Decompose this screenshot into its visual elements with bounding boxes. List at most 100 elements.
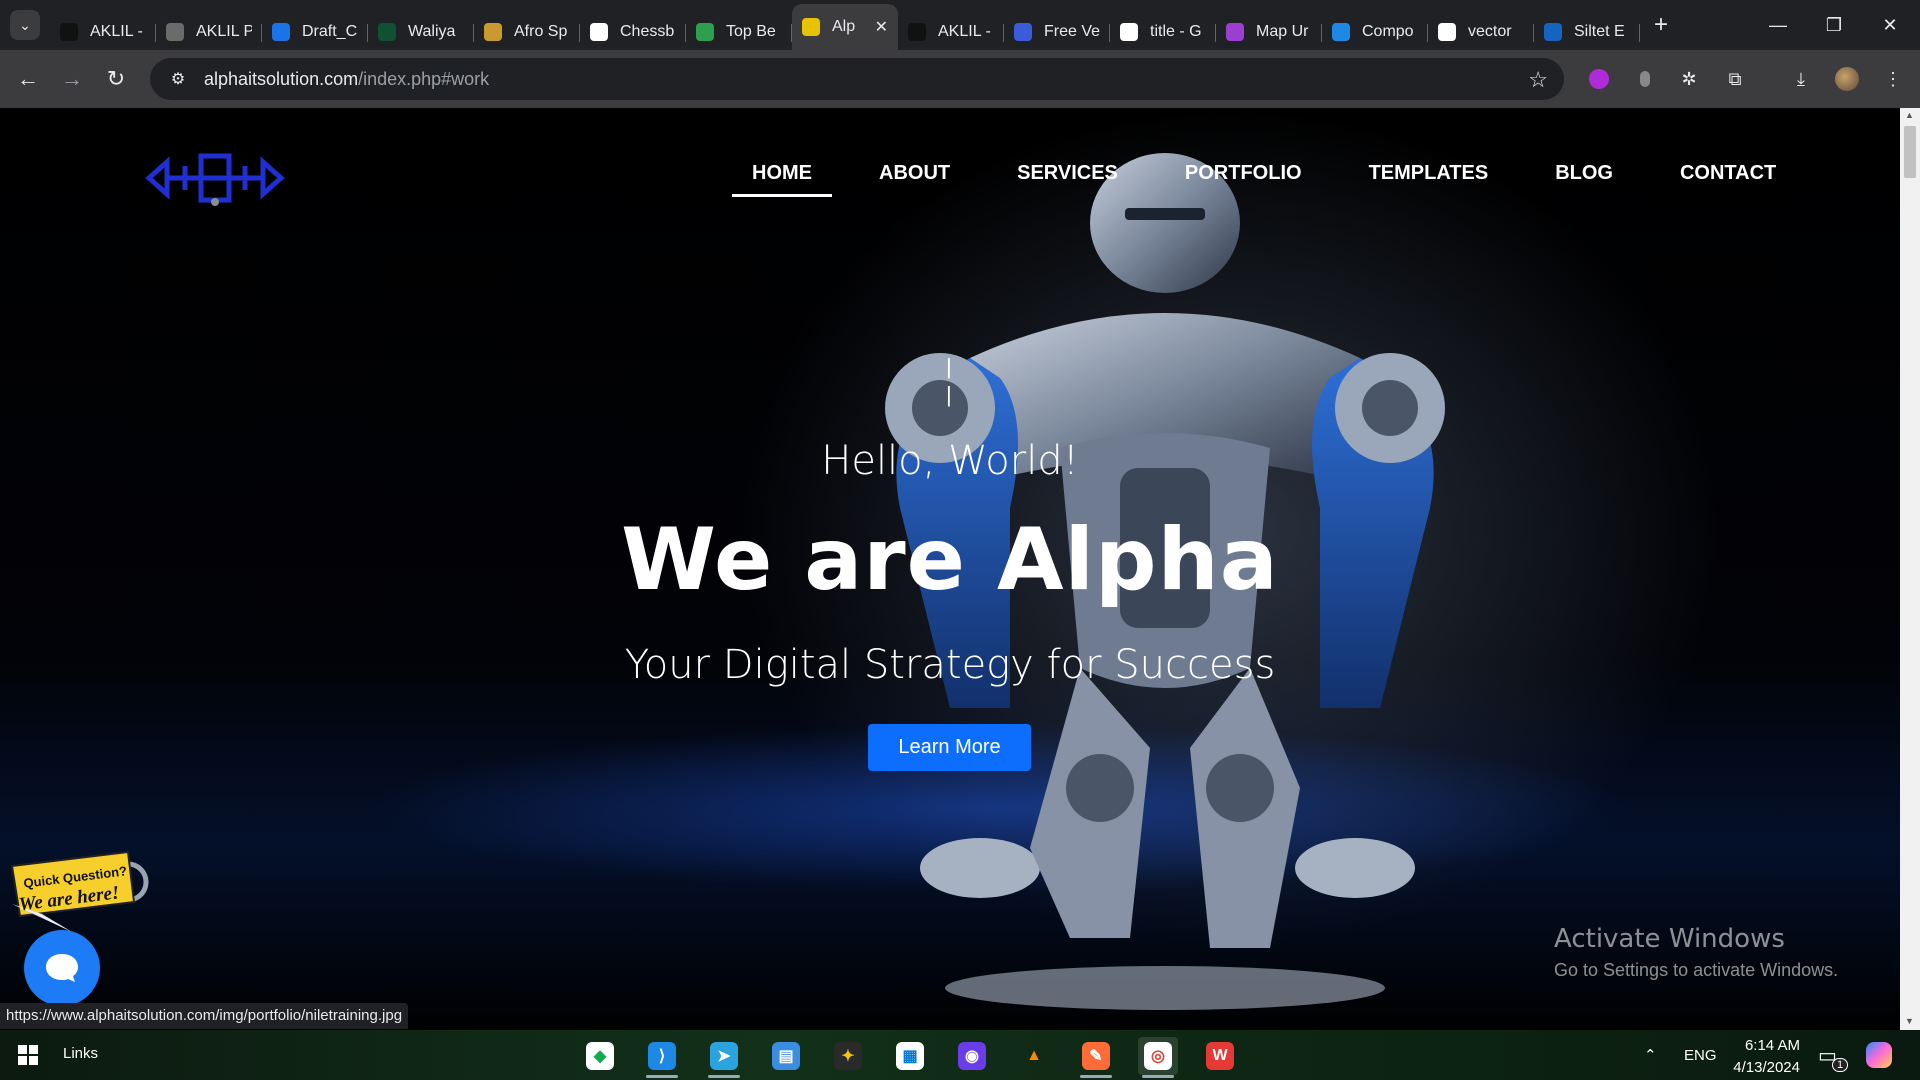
google-icon <box>1438 23 1456 41</box>
browser-tab[interactable]: Alp ✕ <box>792 4 898 50</box>
chevron-down-icon: ⌄ <box>19 16 31 33</box>
link-status-url: https://www.alphaitsolution.com/img/port… <box>0 1003 409 1029</box>
tab-title: Siltet E <box>1574 23 1625 40</box>
telegram-icon[interactable]: ➤ <box>704 1037 744 1078</box>
links-toolbar[interactable]: Links <box>63 1045 98 1062</box>
app-glyph: ⟩ <box>648 1042 676 1070</box>
chat-ai-icon <box>1226 23 1244 41</box>
learn-more-button[interactable]: Learn More <box>868 724 1031 771</box>
postman-icon[interactable]: ✎ <box>1076 1037 1116 1078</box>
tab-list: AKLIL - AKLIL P Draft_C Waliya Afro Sp Chessb… <box>50 0 1640 50</box>
hero-title: We are Alpha <box>621 510 1279 610</box>
copilot-icon[interactable] <box>1866 1030 1892 1080</box>
extension-grey-icon[interactable] <box>1632 66 1658 92</box>
nav-contact[interactable]: CONTACT <box>1680 162 1776 185</box>
scroll-up-icon[interactable]: ▲ <box>1905 110 1914 120</box>
page-viewport: HOME ABOUT SERVICES PORTFOLIO TEMPLATES … <box>0 108 1900 1030</box>
browser-tab[interactable]: AKLIL - <box>898 14 1004 50</box>
nav-templates[interactable]: TEMPLATES <box>1369 162 1489 185</box>
quick-question-badge[interactable]: Quick Question? We are here! <box>2 844 152 934</box>
chrome-icon[interactable]: ◎ <box>1138 1037 1178 1078</box>
reload-button[interactable]: ↻ <box>94 57 138 101</box>
bookmark-star-icon[interactable]: ☆ <box>1528 67 1548 93</box>
notification-count-badge: 1 <box>1832 1058 1849 1072</box>
scroll-down-icon[interactable]: ▼ <box>1905 1016 1914 1026</box>
arrow-left-icon: ← <box>17 66 39 91</box>
mongodb-compass-icon[interactable]: ◆ <box>580 1037 620 1075</box>
browser-tab[interactable]: AKLIL P <box>156 14 262 50</box>
url-path: /index.php#work <box>358 68 490 89</box>
browser-tab[interactable]: AKLIL - <box>50 14 156 50</box>
vlc-icon[interactable]: ▲ <box>1014 1037 1054 1075</box>
browser-tab-strip: ⌄ AKLIL - AKLIL P Draft_C Waliya Afro Sp Ches… <box>0 0 1920 50</box>
url-host: alphaitsolution.com <box>204 68 359 89</box>
scrollbar-thumb[interactable] <box>1904 126 1916 178</box>
microsoft-store-icon[interactable]: ▦ <box>890 1037 930 1075</box>
close-window-button[interactable]: ✕ <box>1862 0 1918 50</box>
tab-title: Top Be <box>726 23 776 40</box>
browser-tab[interactable]: Map Ur <box>1216 14 1322 50</box>
extensions-puzzle-icon[interactable]: ⧉ <box>1722 66 1748 92</box>
google-icon <box>1120 23 1138 41</box>
browser-menu-icon[interactable]: ⋮ <box>1880 66 1906 92</box>
wps-office-icon[interactable]: W <box>1200 1037 1240 1075</box>
browser-tab[interactable]: Draft_C <box>262 14 368 50</box>
clock-date: 4/13/2024 <box>1733 1059 1800 1076</box>
vscode-icon[interactable]: ⟩ <box>642 1037 682 1078</box>
address-bar[interactable]: ⚙ alphaitsolution.com/index.php#work ☆ <box>150 58 1564 100</box>
browser-tab[interactable]: vector <box>1428 14 1534 50</box>
tab-title: vector <box>1468 23 1512 40</box>
free-vector-icon <box>1014 23 1032 41</box>
close-icon: ✕ <box>1882 14 1898 35</box>
nav-blog[interactable]: BLOG <box>1555 162 1613 185</box>
minimize-button[interactable]: — <box>1750 0 1806 50</box>
browser-tab[interactable]: Chessb <box>580 14 686 50</box>
podcast-app-icon[interactable]: ◉ <box>952 1037 992 1075</box>
nav-home[interactable]: HOME <box>732 162 832 197</box>
back-button[interactable]: ← <box>6 57 50 101</box>
forward-button[interactable]: → <box>50 57 94 101</box>
close-tab-icon[interactable]: ✕ <box>875 17 888 37</box>
earth-icon <box>696 23 714 41</box>
tab-title: Waliya <box>408 23 456 40</box>
nav-services[interactable]: SERVICES <box>1017 162 1118 185</box>
chat-widget-button[interactable] <box>24 930 100 1006</box>
restore-button[interactable]: ❐ <box>1806 0 1862 50</box>
profile-avatar[interactable] <box>1834 66 1860 92</box>
notification-center-icon[interactable]: ▭ 1 <box>1818 1030 1849 1080</box>
browser-tab[interactable]: Waliya <box>368 14 474 50</box>
browser-tab[interactable]: title - G <box>1110 14 1216 50</box>
typed-cursor-line: | <box>946 354 952 379</box>
tab-title: AKLIL P <box>196 23 252 40</box>
language-indicator[interactable]: ENG <box>1684 1030 1717 1080</box>
tab-search-button[interactable]: ⌄ <box>10 10 40 40</box>
chess-piece-icon <box>590 23 608 41</box>
browser-toolbar: ← → ↻ ⚙ alphaitsolution.com/index.php#wo… <box>0 50 1920 108</box>
browser-tab[interactable]: Free Ve <box>1004 14 1110 50</box>
browser-tab[interactable]: Afro Sp <box>474 14 580 50</box>
windows-start-icon[interactable] <box>18 1045 38 1065</box>
reload-icon: ↻ <box>106 66 126 91</box>
tab-title: Draft_C <box>302 23 358 40</box>
git-kraken-icon[interactable]: ✦ <box>828 1037 868 1075</box>
download-icon[interactable]: ⤓ <box>1788 66 1814 92</box>
system-clock[interactable]: 6:14 AM 4/13/2024 <box>1720 1035 1800 1079</box>
browser-tab[interactable]: Top Be <box>686 14 792 50</box>
file-explorer-icon[interactable]: ▤ <box>766 1037 806 1075</box>
windows-taskbar: Links ◆ ⟩ ➤ ▤ ✦ ▦ ◉ ▲ ✎ ◎ W ⌃ ENG 6:14 AM 4/13/202… <box>0 1030 1920 1080</box>
watermark-subtitle: Go to Settings to activate Windows. <box>1554 960 1839 980</box>
site-info-icon[interactable]: ⚙ <box>158 69 198 89</box>
watermark-title: Activate Windows <box>1554 924 1785 954</box>
nav-portfolio[interactable]: PORTFOLIO <box>1185 162 1302 185</box>
new-tab-button[interactable]: + <box>1654 11 1668 39</box>
nav-about[interactable]: ABOUT <box>879 162 950 185</box>
alpha-logo[interactable] <box>145 148 285 208</box>
waliya-icon <box>378 23 396 41</box>
page-scrollbar[interactable]: ▲ ▼ <box>1900 108 1920 1030</box>
browser-tab[interactable]: Compo <box>1322 14 1428 50</box>
browser-tab[interactable]: Siltet E <box>1534 14 1640 50</box>
app-glyph: ✎ <box>1082 1042 1110 1070</box>
extension-purple-icon[interactable] <box>1586 66 1612 92</box>
extension-bug-icon[interactable]: ✲ <box>1676 66 1702 92</box>
tray-overflow-icon[interactable]: ⌃ <box>1644 1030 1657 1080</box>
